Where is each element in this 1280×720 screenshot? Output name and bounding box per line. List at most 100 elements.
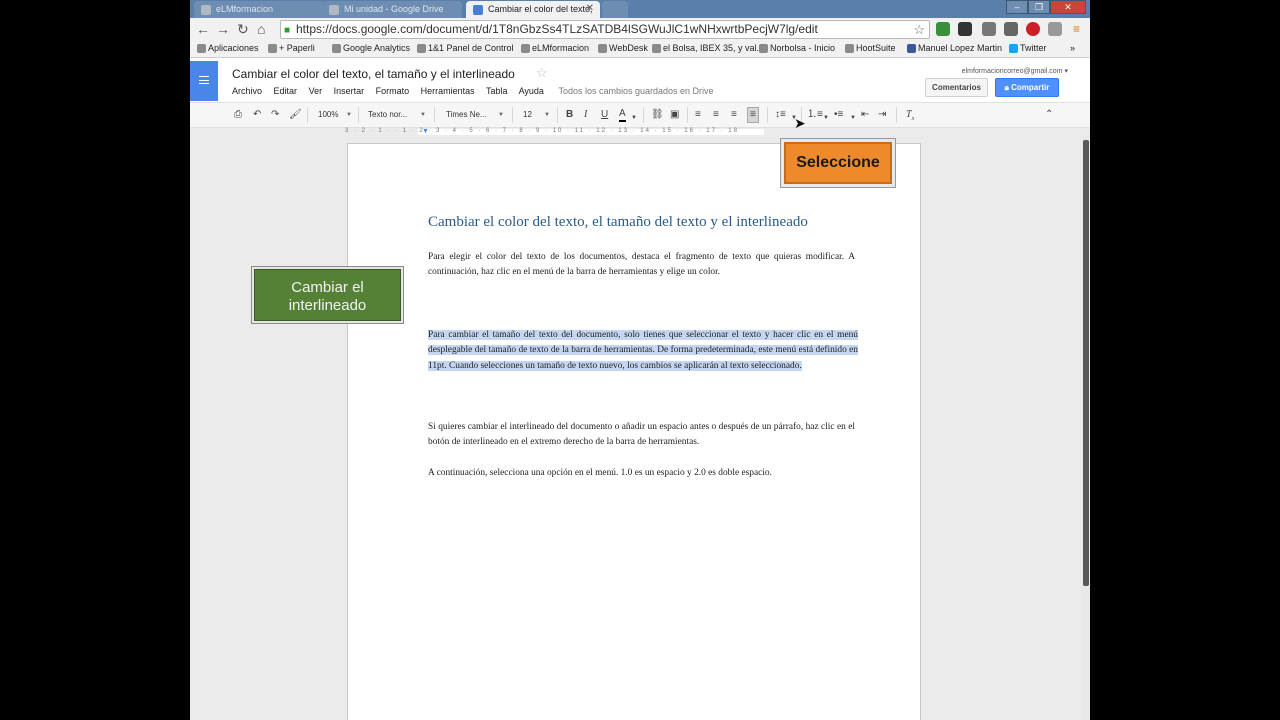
tab-active-document[interactable]: Cambiar el color del texto, ✕ [466, 1, 600, 18]
bookmark-label: Norbolsa - Inicio [770, 43, 836, 53]
menu-editar[interactable]: Editar [274, 86, 298, 96]
menu-tabla[interactable]: Tabla [486, 86, 508, 96]
menu-insertar[interactable]: Insertar [334, 86, 365, 96]
webdesk-icon [598, 44, 607, 53]
home-icon[interactable]: ⌂ [257, 21, 265, 37]
text-color-icon[interactable]: A [619, 108, 626, 122]
document-title[interactable]: Cambiar el color del texto, el tamaño y … [232, 67, 515, 81]
menu-ver[interactable]: Ver [309, 86, 323, 96]
chevron-down-icon[interactable]: ▼ [823, 111, 829, 125]
share-button[interactable]: 🔒︎ Compartir [995, 78, 1059, 97]
menu-ayuda[interactable]: Ayuda [519, 86, 544, 96]
indent-marker-icon[interactable]: ▼ [422, 128, 429, 135]
collapse-menu-icon[interactable]: ⌃ [1045, 108, 1053, 122]
restore-icon[interactable]: ❐ [1028, 0, 1050, 14]
star-icon[interactable]: ☆ [536, 65, 548, 81]
toolbar-divider [557, 107, 558, 123]
share-label: Compartir [1011, 83, 1050, 92]
italic-icon[interactable]: I [584, 108, 587, 122]
bookmark-apps[interactable]: Aplicaciones [197, 43, 259, 53]
tab-label: eLMformacion [216, 4, 274, 14]
font-value: Times Ne... [446, 110, 487, 119]
vertical-scrollbar[interactable] [1082, 136, 1090, 720]
close-window-icon[interactable]: ✕ [1050, 0, 1086, 14]
bookmark-facebook[interactable]: Manuel Lopez Martin [907, 43, 1002, 53]
comments-button[interactable]: Comentarios [925, 78, 988, 97]
bookmark-bolsa[interactable]: el Bolsa, IBEX 35, y val... [652, 43, 764, 53]
close-tab-icon[interactable]: ✕ [586, 3, 594, 14]
bookmark-paperli[interactable]: + Paperli [268, 43, 315, 53]
font-select[interactable]: Times Ne... ▼ [446, 107, 504, 123]
mouse-cursor-icon: ➤ [794, 115, 806, 131]
bold-icon[interactable]: B [566, 108, 573, 122]
zoom-select[interactable]: 100% ▼ [318, 107, 352, 123]
align-center-icon[interactable]: ≡ [713, 108, 719, 122]
increase-indent-icon[interactable]: ⇥ [878, 108, 886, 122]
pinterest-extension-icon[interactable] [1026, 22, 1040, 36]
bookmark-google-analytics[interactable]: Google Analytics [332, 43, 410, 53]
extension-icon[interactable] [1048, 22, 1062, 36]
bookmark-hootsuite[interactable]: HootSuite [845, 43, 896, 53]
numbered-list-icon[interactable]: ⒈≡ [807, 108, 823, 122]
evernote-extension-icon[interactable] [936, 22, 950, 36]
paint-format-icon[interactable]: 🖌︎ [289, 108, 302, 122]
menu-herramientas[interactable]: Herramientas [421, 86, 475, 96]
buffer-extension-icon[interactable] [958, 22, 972, 36]
extension-icon[interactable] [982, 22, 996, 36]
tab-favicon [201, 5, 211, 15]
redo-icon[interactable]: ↷ [271, 108, 279, 122]
minimize-icon[interactable]: – [1006, 0, 1028, 14]
navigation-bar: ← → ↻ ⌂ ■ https://docs.google.com/docume… [190, 18, 1090, 41]
document-page[interactable]: Cambiar el color del texto, el tamaño de… [347, 143, 921, 720]
scrollbar-thumb[interactable] [1083, 140, 1089, 586]
chevron-down-icon[interactable]: ▼ [631, 111, 637, 125]
chevron-down-icon: ▼ [498, 112, 504, 118]
analytics-icon [332, 44, 341, 53]
chrome-menu-icon[interactable]: ≡ [1073, 21, 1080, 37]
browser-window: eLMformacion Mi unidad - Google Drive Ca… [190, 0, 1090, 720]
undo-icon[interactable]: ↶ [253, 108, 261, 122]
document-heading: Cambiar el color del texto, el tamaño de… [428, 214, 808, 230]
menu-formato[interactable]: Formato [376, 86, 410, 96]
forward-arrow-icon[interactable]: → [216, 21, 230, 37]
bookmark-norbolsa[interactable]: Norbolsa - Inicio [759, 43, 835, 53]
bookmark-twitter[interactable]: Twitter [1009, 43, 1047, 53]
bookmark-star-icon[interactable]: ☆ [913, 21, 925, 38]
link-icon[interactable]: ⛓︎ [651, 108, 664, 122]
align-left-icon[interactable]: ≡ [695, 108, 701, 122]
comment-icon[interactable]: ▣ [670, 108, 679, 122]
underline-icon[interactable]: U [601, 108, 608, 122]
bookmark-label: Manuel Lopez Martin [918, 43, 1003, 53]
tab-google-drive[interactable]: Mi unidad - Google Drive [322, 1, 462, 18]
align-right-icon[interactable]: ≡ [731, 108, 737, 122]
extension-icon[interactable] [1004, 22, 1018, 36]
ruler[interactable]: 3 · 2 · 1 · · 1 · 2 · 3 · 4 · 5 · 6 · 7 … [345, 128, 739, 134]
menu-archivo[interactable]: Archivo [232, 86, 262, 96]
tab-elmformacion[interactable]: eLMformacion [194, 1, 324, 18]
bookmarks-overflow[interactable]: » [1070, 43, 1075, 53]
address-bar[interactable]: ■ https://docs.google.com/document/d/1T8… [280, 20, 930, 39]
account-email[interactable]: elmformacioncorreo@gmail.com ▾ [962, 67, 1068, 75]
toolbar-divider [434, 107, 435, 123]
clear-formatting-icon[interactable]: Tx [906, 108, 914, 126]
docs-favicon [473, 5, 483, 15]
back-arrow-icon[interactable]: ← [196, 21, 210, 37]
paragraph-style-select[interactable]: Texto nor... ▼ [368, 107, 426, 123]
bookmark-elmformacion[interactable]: eLMformacion [521, 43, 589, 53]
formatting-toolbar: ⎙ ↶ ↷ 🖌︎ 100% ▼ Texto nor... ▼ Times Ne...… [190, 102, 1090, 128]
chevron-down-icon[interactable]: ▼ [850, 111, 856, 125]
bulleted-list-icon[interactable]: •≡ [834, 108, 843, 122]
new-tab-button[interactable] [602, 1, 628, 18]
bookmark-webdesk[interactable]: WebDesk [598, 43, 648, 53]
save-status: Todos los cambios guardados en Drive [558, 86, 714, 96]
align-justify-icon[interactable]: ≡ [747, 107, 759, 123]
reload-icon[interactable]: ↻ [237, 21, 249, 37]
font-size-select[interactable]: 12 ▼ [523, 107, 550, 123]
decrease-indent-icon[interactable]: ⇤ [861, 108, 869, 122]
bookmark-label: Aplicaciones [208, 43, 259, 53]
style-value: Texto nor... [368, 110, 408, 119]
line-spacing-icon[interactable]: ↕≡ [775, 108, 786, 122]
print-icon[interactable]: ⎙ [234, 108, 242, 122]
bookmark-1and1[interactable]: 1&1 Panel de Control [417, 43, 514, 53]
docs-home-icon[interactable] [190, 61, 218, 101]
